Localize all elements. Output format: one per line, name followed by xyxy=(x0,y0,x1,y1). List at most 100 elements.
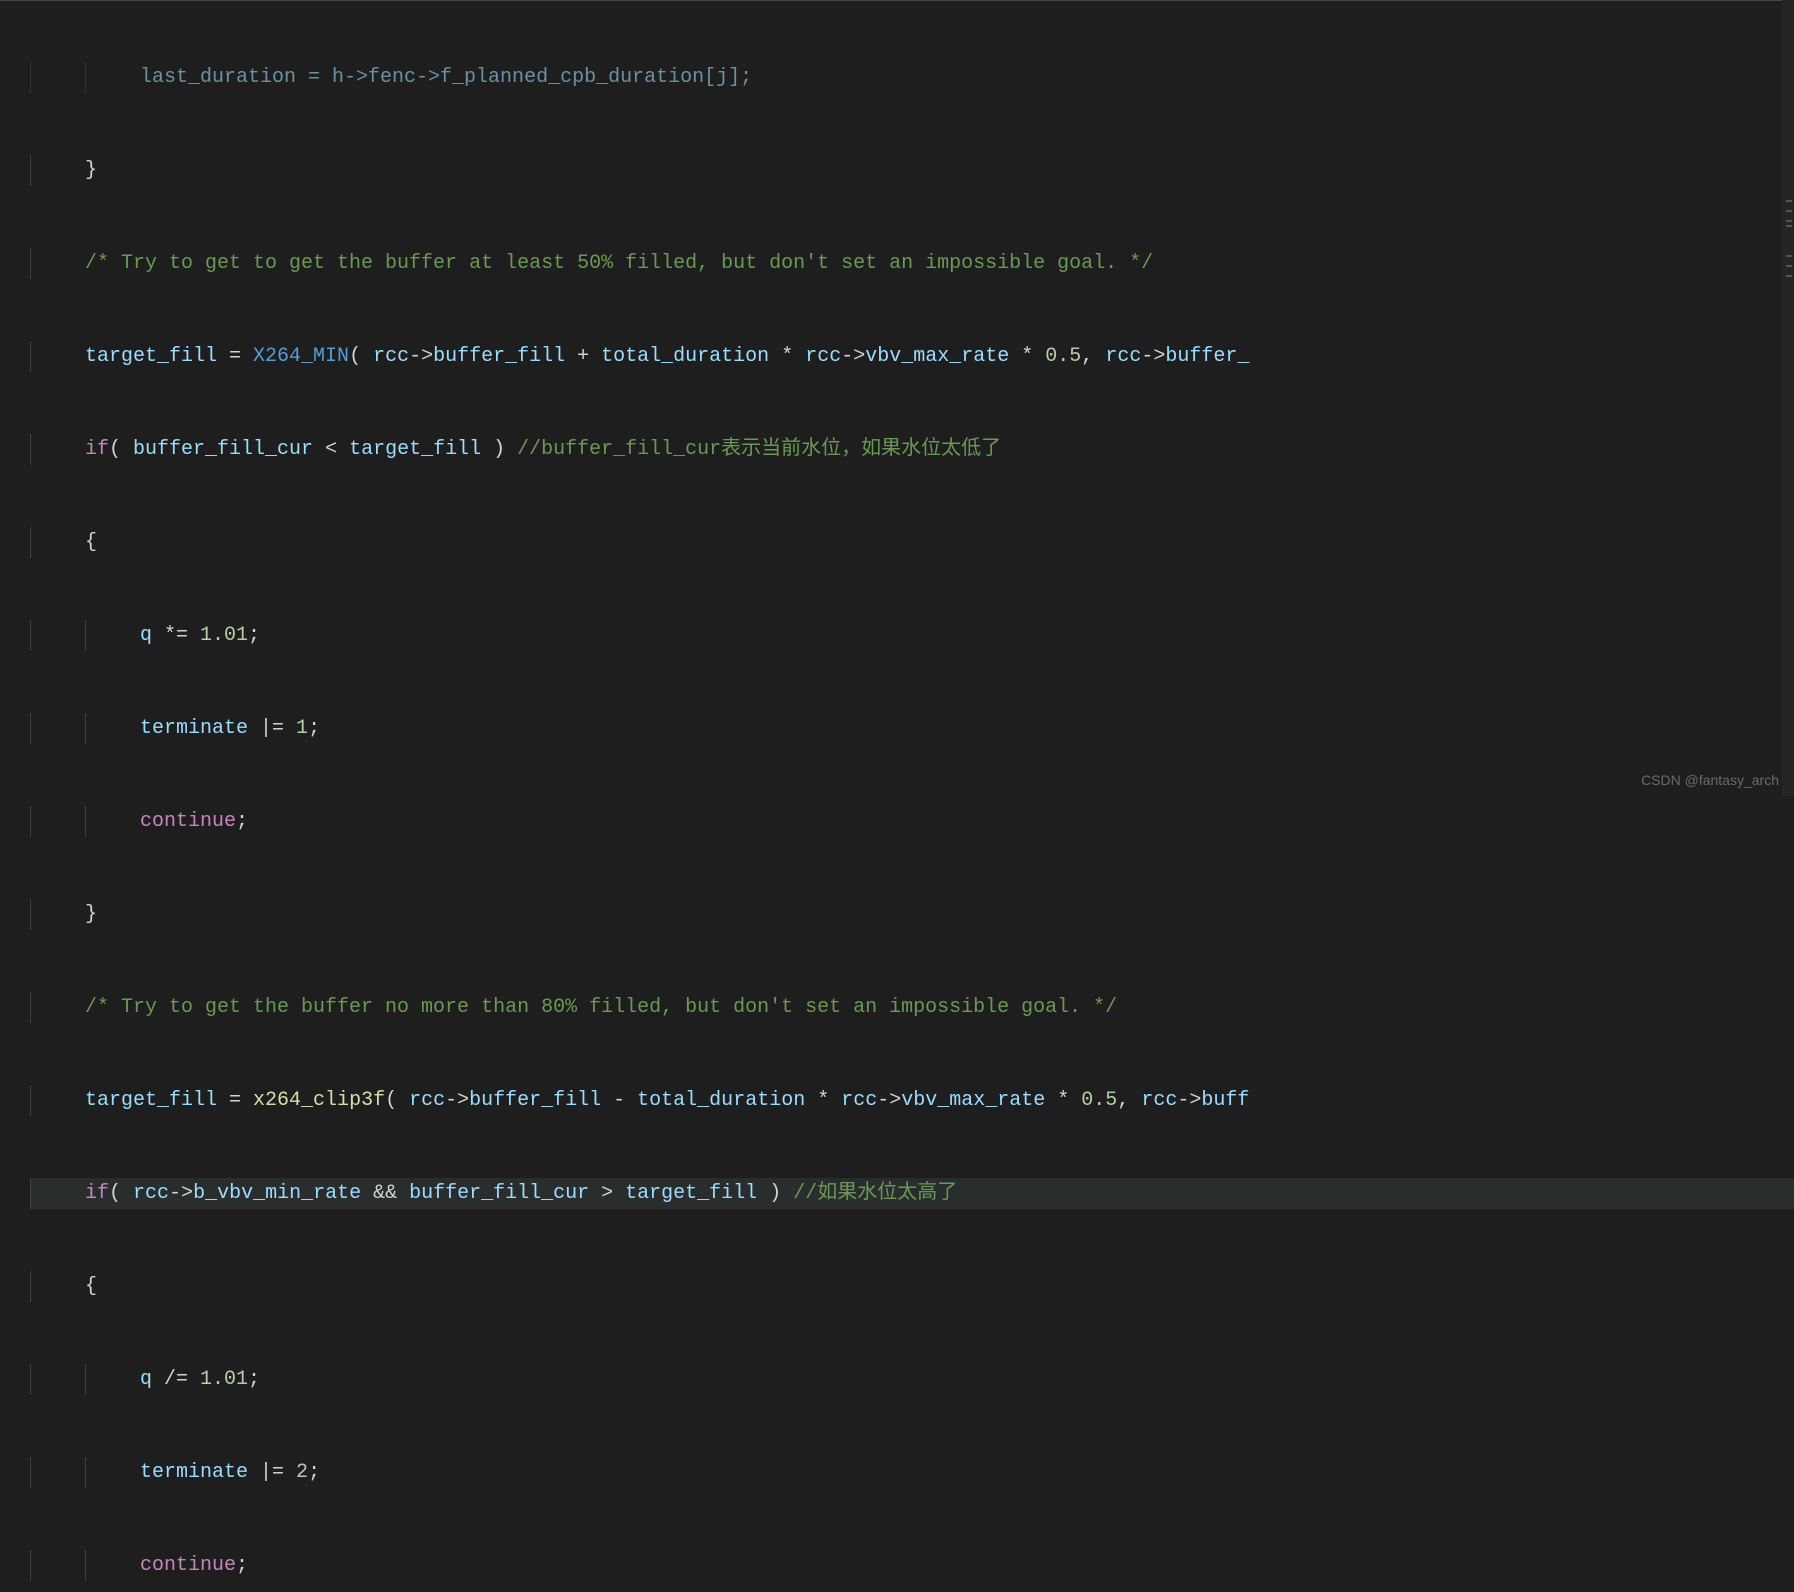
operator: |= xyxy=(248,1461,296,1484)
comment: /* Try to get the buffer no more than 80… xyxy=(85,996,1117,1019)
code-line[interactable]: q *= 1.01; xyxy=(30,620,1794,651)
code-editor[interactable]: last_duration = h->fenc->f_planned_cpb_d… xyxy=(0,0,1794,1592)
operator: * xyxy=(769,345,805,368)
field: vbv_max_rate xyxy=(865,345,1009,368)
variable: total_duration xyxy=(637,1089,805,1112)
arrow: -> xyxy=(1141,345,1165,368)
number: 0.5 xyxy=(1081,1089,1117,1112)
function: x264_clip3f xyxy=(253,1089,385,1112)
field: buff xyxy=(1201,1089,1249,1112)
operator: * xyxy=(805,1089,841,1112)
operator: * xyxy=(1009,345,1045,368)
operator: *= xyxy=(152,624,200,647)
minimap-marker xyxy=(1786,275,1792,277)
code-line[interactable]: target_fill = x264_clip3f( rcc->buffer_f… xyxy=(30,1085,1794,1116)
code-line[interactable]: /* Try to get the buffer no more than 80… xyxy=(30,992,1794,1023)
variable: rcc xyxy=(805,345,841,368)
variable: q xyxy=(140,624,152,647)
semicolon: ; xyxy=(236,810,248,833)
comment: //buffer_fill_cur表示当前水位，如果水位太低了 xyxy=(505,438,1001,461)
number: 2 xyxy=(296,1461,308,1484)
paren: ) xyxy=(481,438,505,461)
variable: terminate xyxy=(140,1461,248,1484)
code-line[interactable]: terminate |= 2; xyxy=(30,1457,1794,1488)
minimap-marker xyxy=(1786,220,1792,222)
minimap-marker xyxy=(1786,200,1792,202)
semicolon: ; xyxy=(248,624,260,647)
minimap[interactable] xyxy=(1782,0,1794,796)
watermark: CSDN @fantasy_arch xyxy=(1641,772,1779,788)
operator: |= xyxy=(248,717,296,740)
paren: ( xyxy=(349,345,373,368)
variable: terminate xyxy=(140,717,248,740)
semicolon: ; xyxy=(308,1461,320,1484)
variable: rcc xyxy=(1141,1089,1177,1112)
semicolon: ; xyxy=(248,1368,260,1391)
minimap-marker xyxy=(1786,225,1792,227)
code-line[interactable]: } xyxy=(30,899,1794,930)
code-line[interactable]: q /= 1.01; xyxy=(30,1364,1794,1395)
keyword: continue xyxy=(140,1554,236,1577)
macro: X264_MIN xyxy=(253,345,349,368)
keyword: if xyxy=(85,438,109,461)
variable: rcc xyxy=(841,1089,877,1112)
arrow: -> xyxy=(1177,1089,1201,1112)
arrow: -> xyxy=(841,345,865,368)
variable: buffer_fill_cur xyxy=(409,1182,589,1205)
code-line[interactable]: target_fill = X264_MIN( rcc->buffer_fill… xyxy=(30,341,1794,372)
field: vbv_max_rate xyxy=(901,1089,1045,1112)
operator: && xyxy=(361,1182,409,1205)
field: buffer_fill xyxy=(433,345,565,368)
minimap-marker xyxy=(1786,255,1792,257)
brace: { xyxy=(85,531,97,554)
semicolon: ; xyxy=(236,1554,248,1577)
keyword: if xyxy=(85,1182,109,1205)
code-line[interactable]: } xyxy=(30,155,1794,186)
brace: { xyxy=(85,1275,97,1298)
minimap-marker xyxy=(1786,210,1792,212)
code-line[interactable]: continue; xyxy=(30,806,1794,837)
field: buffer_ xyxy=(1165,345,1249,368)
variable: total_duration xyxy=(601,345,769,368)
variable: buffer_fill_cur xyxy=(133,438,313,461)
number: 0.5 xyxy=(1045,345,1081,368)
code-line[interactable]: { xyxy=(30,527,1794,558)
number: 1.01 xyxy=(200,624,248,647)
variable: rcc xyxy=(373,345,409,368)
paren: ( xyxy=(109,1182,133,1205)
operator: < xyxy=(313,438,349,461)
semicolon: ; xyxy=(308,717,320,740)
paren: ) xyxy=(757,1182,781,1205)
code-line[interactable]: continue; xyxy=(30,1550,1794,1581)
variable: rcc xyxy=(1105,345,1141,368)
code-text: last_duration = h->fenc->f_planned_cpb_d… xyxy=(140,66,752,89)
comma: , xyxy=(1117,1089,1141,1112)
variable: target_fill xyxy=(349,438,481,461)
code-line[interactable]: /* Try to get to get the buffer at least… xyxy=(30,248,1794,279)
arrow: -> xyxy=(169,1182,193,1205)
code-line[interactable]: { xyxy=(30,1271,1794,1302)
operator: = xyxy=(217,345,253,368)
variable: target_fill xyxy=(85,1089,217,1112)
code-line[interactable]: if( buffer_fill_cur < target_fill ) //bu… xyxy=(30,434,1794,465)
paren: ( xyxy=(385,1089,409,1112)
variable: rcc xyxy=(133,1182,169,1205)
number: 1.01 xyxy=(200,1368,248,1391)
operator: - xyxy=(601,1089,637,1112)
comment: /* Try to get to get the buffer at least… xyxy=(85,252,1153,275)
operator: + xyxy=(565,345,601,368)
arrow: -> xyxy=(445,1089,469,1112)
brace: } xyxy=(85,159,97,182)
field: buffer_fill xyxy=(469,1089,601,1112)
code-line[interactable]: last_duration = h->fenc->f_planned_cpb_d… xyxy=(30,62,1794,93)
operator: = xyxy=(217,1089,253,1112)
number: 1 xyxy=(296,717,308,740)
brace: } xyxy=(85,903,97,926)
minimap-marker xyxy=(1786,265,1792,267)
code-line-current[interactable]: if( rcc->b_vbv_min_rate && buffer_fill_c… xyxy=(30,1178,1794,1209)
paren: ( xyxy=(109,438,133,461)
variable: target_fill xyxy=(85,345,217,368)
comment: //如果水位太高了 xyxy=(781,1182,957,1205)
code-line[interactable]: terminate |= 1; xyxy=(30,713,1794,744)
variable: q xyxy=(140,1368,152,1391)
